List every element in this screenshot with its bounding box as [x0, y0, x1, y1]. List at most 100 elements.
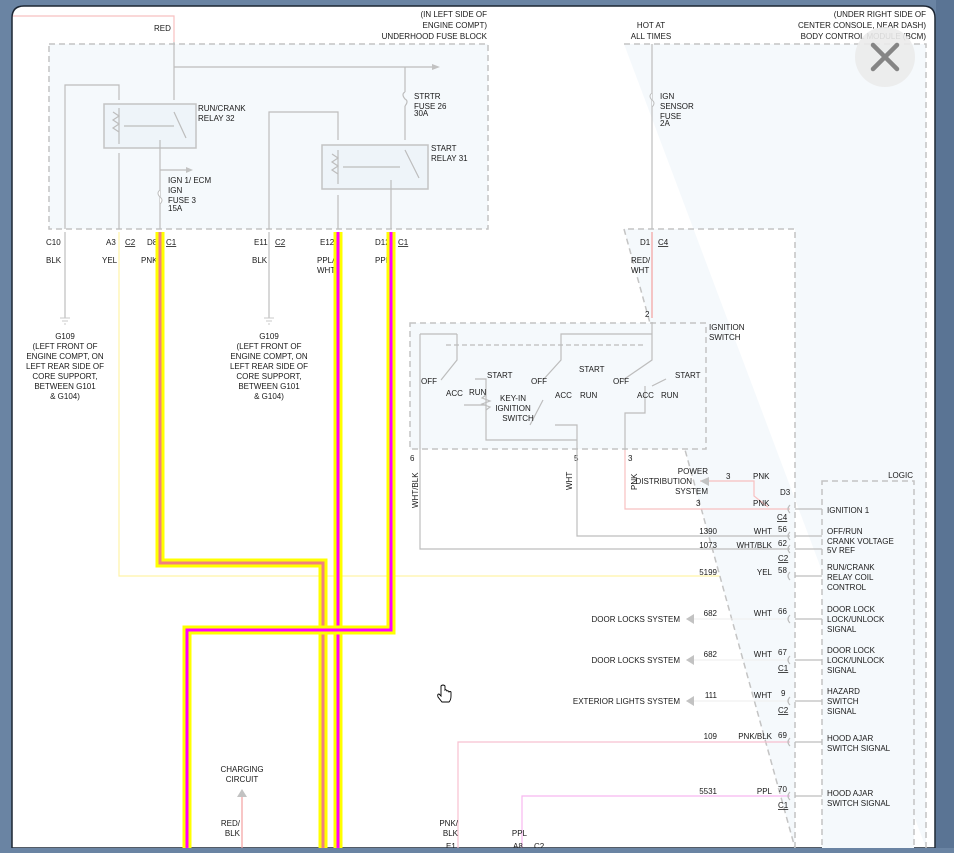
diagram-label: 15A: [168, 204, 183, 213]
diagram-label: HAZARD: [827, 687, 860, 696]
diagram-label: RED/: [221, 819, 241, 828]
diagram-label: C2: [778, 554, 789, 563]
diagram-label: PNK/: [439, 819, 458, 828]
diagram-label: START: [431, 144, 457, 153]
diagram-label: START: [579, 365, 605, 374]
diagram-label: PNK: [753, 472, 770, 481]
diagram-label: 111: [705, 691, 718, 700]
diagram-label: CRANK VOLTAGE: [827, 537, 894, 546]
diagram-label: C2: [778, 706, 789, 715]
diagram-label: E11: [254, 238, 268, 247]
diagram-label: START: [487, 371, 513, 380]
diagram-label: ACC: [446, 389, 463, 398]
window-edge: [936, 0, 954, 848]
diagram-label: IGNITION 1: [827, 506, 870, 515]
diagram-label: (LEFT FRONT OF: [32, 342, 97, 351]
diagram-label: WHT: [754, 650, 772, 659]
diagram-label: SWITCH SIGNAL: [827, 799, 891, 808]
diagram-label: SIGNAL: [827, 666, 857, 675]
diagram-label: A3: [106, 238, 116, 247]
diagram-label: ACC: [555, 391, 572, 400]
diagram-label: START: [675, 371, 701, 380]
diagram-label: WHT: [754, 527, 772, 536]
diagram-label: PPL: [757, 787, 773, 796]
diagram-label: IGNITION: [495, 404, 531, 413]
diagram-label: 2A: [660, 119, 670, 128]
diagram-label: 30A: [414, 109, 429, 118]
diagram-line: [870, 42, 900, 72]
diagram-label: WHT: [317, 266, 335, 275]
diagram-label: & G104): [254, 392, 284, 401]
diagram-label: PPL: [512, 829, 528, 838]
diagram-label: CORE SUPPORT,: [32, 372, 97, 381]
diagram-label: SIGNAL: [827, 625, 857, 634]
diagram-label: HOOD AJAR: [827, 734, 873, 743]
diagram-label: RUN: [469, 388, 487, 397]
diagram-label: OFF: [531, 377, 547, 386]
diagram-label: C4: [777, 513, 788, 522]
diagram-label: BLK: [252, 256, 268, 265]
diagram-label: PNK: [753, 499, 770, 508]
diagram-label: OFF/RUN: [827, 527, 863, 536]
diagram-label: CIRCUIT: [226, 775, 259, 784]
diagram-label: 3: [726, 472, 731, 481]
diagram-label: BLK: [443, 829, 459, 838]
close-button[interactable]: [855, 27, 915, 87]
diagram-label: C2: [275, 238, 286, 247]
diagram-label: RUN: [580, 391, 598, 400]
diagram-label: SWITCH: [709, 333, 741, 342]
diagram-label: 682: [704, 650, 718, 659]
diagram-label: IGN 1/ ECM: [168, 176, 211, 185]
diagram-viewer: (IN LEFT SIDE OF ENGINE COMPT) UNDERHOOD…: [0, 0, 954, 853]
diagram-label: SWITCH SIGNAL: [827, 744, 891, 753]
diagram-label: CONTROL: [827, 583, 867, 592]
diagram-label: D1: [640, 238, 651, 247]
close-x-icon: [870, 42, 900, 72]
diagram-label: C2: [534, 842, 545, 848]
diagram-label: BLK: [225, 829, 241, 838]
diagram-label: 69: [778, 731, 787, 740]
diagram-label: WHT: [754, 609, 772, 618]
diagram-label: WHT/BLK: [736, 541, 772, 550]
diagram-label: IGN: [660, 92, 674, 101]
diagram-label: C1: [778, 801, 789, 810]
diagram-label: 3: [696, 499, 701, 508]
diagram-label: RUN/CRANK: [827, 563, 875, 572]
diagram-label: ENGINE COMPT, ON: [230, 352, 308, 361]
diagram-label: WHT: [754, 691, 772, 700]
diagram-label: RELAY COIL: [827, 573, 874, 582]
diagram-label: OFF: [613, 377, 629, 386]
diagram-label: 5199: [699, 568, 717, 577]
diagram-label: 2: [645, 310, 650, 319]
diagram-label: ALL TIMES: [631, 32, 671, 41]
diagram-label: RUN/CRANK: [198, 104, 246, 113]
diagram-line: [409, 322, 707, 450]
diagram-label: 70: [778, 785, 787, 794]
diagram-label: ENGINE COMPT, ON: [26, 352, 104, 361]
diagram-label: 5V REF: [827, 546, 855, 555]
diagram-label: STRTR: [414, 92, 441, 101]
diagram-label: EXTERIOR LIGHTS SYSTEM: [573, 697, 680, 706]
diagram-label: LOCK/UNLOCK: [827, 656, 885, 665]
diagram-label: POWER: [678, 467, 708, 476]
diagram-label: 3: [628, 454, 633, 463]
diagram-label: (LEFT FRONT OF: [236, 342, 301, 351]
diagram-label: YEL: [102, 256, 118, 265]
diagram-label: CHARGING: [220, 765, 263, 774]
diagram-label: 56: [778, 525, 787, 534]
diagram-label: DOOR LOCK: [827, 646, 876, 655]
diagram-label: CENTER CONSOLE, NEAR DASH): [798, 21, 926, 30]
diagram-label: CORE SUPPORT,: [236, 372, 301, 381]
diagram-label: PNK/BLK: [738, 732, 772, 741]
diagram-label: YEL: [757, 568, 773, 577]
diagram-label: LOGIC: [888, 471, 913, 480]
diagram-label: C1: [778, 664, 789, 673]
diagram-label: E12: [320, 238, 335, 247]
diagram-label: E1: [446, 842, 456, 848]
diagram-label: (UNDER RIGHT SIDE OF: [834, 10, 926, 19]
diagram-label: & G104): [50, 392, 80, 401]
diagram-label: PPL/: [317, 256, 335, 265]
diagram-label: 6: [410, 454, 415, 463]
diagram-label: C10: [46, 238, 61, 247]
diagram-label: 5531: [699, 787, 717, 796]
